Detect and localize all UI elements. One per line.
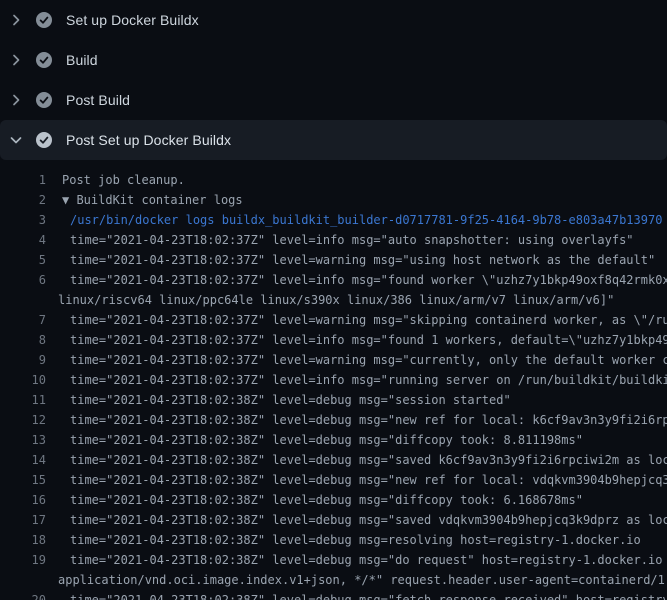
- step-row-build[interactable]: Build: [0, 40, 667, 80]
- line-number[interactable]: 11: [0, 390, 46, 410]
- chevron-down-icon: [8, 132, 24, 148]
- log-group-toggle[interactable]: ▼ BuildKit container logs: [62, 193, 243, 207]
- log-line: 17 time="2021-04-23T18:02:38Z" level=debu…: [0, 510, 667, 530]
- log-text: Post job cleanup.: [62, 173, 185, 187]
- actions-log-viewer: Set up Docker Buildx Build Post Build Po…: [0, 0, 667, 600]
- log-text: time="2021-04-23T18:02:38Z" level=debug …: [70, 593, 667, 600]
- log-text: time="2021-04-23T18:02:38Z" level=debug …: [70, 393, 511, 407]
- log-line: 11 time="2021-04-23T18:02:38Z" level=debu…: [0, 390, 667, 410]
- log-text: linux/riscv64 linux/ppc64le linux/s390x …: [58, 293, 614, 307]
- step-label: Set up Docker Buildx: [66, 12, 199, 28]
- line-number[interactable]: 12: [0, 410, 46, 430]
- step-row-set-up-docker-buildx[interactable]: Set up Docker Buildx: [0, 0, 667, 40]
- line-number[interactable]: 9: [0, 350, 46, 370]
- line-number[interactable]: 3: [0, 210, 46, 230]
- step-label: Post Set up Docker Buildx: [66, 132, 231, 148]
- log-line: 8 time="2021-04-23T18:02:37Z" level=info …: [0, 330, 667, 350]
- line-number[interactable]: 8: [0, 330, 46, 350]
- log-text: time="2021-04-23T18:02:38Z" level=debug …: [70, 513, 667, 527]
- line-number[interactable]: 15: [0, 470, 46, 490]
- step-label: Post Build: [66, 92, 130, 108]
- log-line: 7 time="2021-04-23T18:02:37Z" level=warni…: [0, 310, 667, 330]
- check-circle-icon: [36, 12, 52, 28]
- check-circle-icon: [36, 52, 52, 68]
- log-line: 12 time="2021-04-23T18:02:38Z" level=debu…: [0, 410, 667, 430]
- log-line: 6 time="2021-04-23T18:02:37Z" level=info …: [0, 270, 667, 290]
- line-number[interactable]: 14: [0, 450, 46, 470]
- log-line-continuation: application/vnd.oci.image.index.v1+json,…: [0, 570, 667, 590]
- log-text: time="2021-04-23T18:02:38Z" level=debug …: [70, 553, 667, 567]
- log-line: 10 time="2021-04-23T18:02:37Z" level=info…: [0, 370, 667, 390]
- line-number[interactable]: 7: [0, 310, 46, 330]
- log-line: 2 ▼ BuildKit container logs: [0, 190, 667, 210]
- chevron-right-icon: [8, 52, 24, 68]
- log-text: time="2021-04-23T18:02:37Z" level=warnin…: [70, 353, 667, 367]
- check-circle-icon: [36, 92, 52, 108]
- line-number[interactable]: 2: [0, 190, 46, 210]
- log-text: time="2021-04-23T18:02:37Z" level=info m…: [70, 333, 667, 347]
- log-text: time="2021-04-23T18:02:37Z" level=warnin…: [70, 313, 667, 327]
- log-line: 13 time="2021-04-23T18:02:38Z" level=debu…: [0, 430, 667, 450]
- log-line: 5 time="2021-04-23T18:02:37Z" level=warni…: [0, 250, 667, 270]
- line-number[interactable]: 1: [0, 170, 46, 190]
- log-line: 18 time="2021-04-23T18:02:38Z" level=debu…: [0, 530, 667, 550]
- log-line: 3/usr/bin/docker logs buildx_buildkit_bu…: [0, 210, 667, 230]
- log-text: time="2021-04-23T18:02:37Z" level=info m…: [70, 273, 667, 287]
- log-line: 15 time="2021-04-23T18:02:38Z" level=debu…: [0, 470, 667, 490]
- chevron-right-icon: [8, 92, 24, 108]
- check-circle-icon: [36, 132, 52, 148]
- line-number[interactable]: 10: [0, 370, 46, 390]
- line-number[interactable]: 4: [0, 230, 46, 250]
- log-text: time="2021-04-23T18:02:38Z" level=debug …: [70, 413, 667, 427]
- log-output: 1 Post job cleanup. 2 ▼ BuildKit container…: [0, 160, 667, 600]
- line-number[interactable]: 17: [0, 510, 46, 530]
- log-text: time="2021-04-23T18:02:38Z" level=debug …: [70, 533, 641, 547]
- line-number[interactable]: 13: [0, 430, 46, 450]
- log-line: 16 time="2021-04-23T18:02:38Z" level=debu…: [0, 490, 667, 510]
- chevron-right-icon: [8, 12, 24, 28]
- log-text: time="2021-04-23T18:02:38Z" level=debug …: [70, 473, 667, 487]
- line-number[interactable]: 16: [0, 490, 46, 510]
- log-line: 19 time="2021-04-23T18:02:38Z" level=debu…: [0, 550, 667, 570]
- step-label: Build: [66, 52, 98, 68]
- log-text: time="2021-04-23T18:02:37Z" level=warnin…: [70, 253, 655, 267]
- log-line: 9 time="2021-04-23T18:02:37Z" level=warni…: [0, 350, 667, 370]
- log-text: time="2021-04-23T18:02:37Z" level=info m…: [70, 233, 634, 247]
- log-text: application/vnd.oci.image.index.v1+json,…: [58, 573, 667, 587]
- log-text: time="2021-04-23T18:02:38Z" level=debug …: [70, 453, 667, 467]
- log-line: 20 time="2021-04-23T18:02:38Z" level=debu…: [0, 590, 667, 600]
- line-number[interactable]: 19: [0, 550, 46, 570]
- line-number[interactable]: 20: [0, 590, 46, 600]
- line-number[interactable]: 5: [0, 250, 46, 270]
- step-row-post-set-up-docker-buildx[interactable]: Post Set up Docker Buildx: [0, 120, 667, 160]
- log-line: 4 time="2021-04-23T18:02:37Z" level=info …: [0, 230, 667, 250]
- log-line-continuation: linux/riscv64 linux/ppc64le linux/s390x …: [0, 290, 667, 310]
- log-line: 1 Post job cleanup.: [0, 170, 667, 190]
- step-row-post-build[interactable]: Post Build: [0, 80, 667, 120]
- line-number[interactable]: 18: [0, 530, 46, 550]
- log-command-text: /usr/bin/docker logs buildx_buildkit_bui…: [70, 213, 662, 227]
- log-line: 14 time="2021-04-23T18:02:38Z" level=debu…: [0, 450, 667, 470]
- log-text: time="2021-04-23T18:02:38Z" level=debug …: [70, 493, 583, 507]
- line-number[interactable]: 6: [0, 270, 46, 290]
- log-text: time="2021-04-23T18:02:38Z" level=debug …: [70, 433, 583, 447]
- log-text: time="2021-04-23T18:02:37Z" level=info m…: [70, 373, 667, 387]
